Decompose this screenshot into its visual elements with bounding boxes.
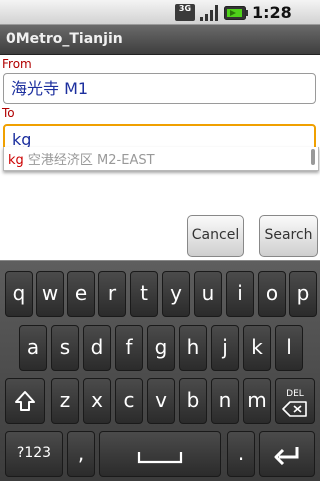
key-q[interactable]: q: [5, 271, 33, 317]
autocomplete-match: kg: [8, 153, 24, 168]
cancel-button[interactable]: Cancel: [187, 215, 244, 257]
key-t[interactable]: t: [130, 271, 158, 317]
key-o[interactable]: o: [258, 271, 286, 317]
key-period[interactable]: .: [227, 431, 255, 477]
symbols-key[interactable]: ?123: [5, 431, 63, 477]
key-p[interactable]: p: [289, 271, 317, 317]
key-v[interactable]: v: [147, 378, 175, 424]
key-comma[interactable]: ,: [67, 431, 95, 477]
enter-icon: [274, 447, 299, 465]
space-bar-icon: [137, 452, 183, 464]
key-d[interactable]: d: [83, 325, 111, 371]
key-k[interactable]: k: [243, 325, 271, 371]
key-j[interactable]: j: [211, 325, 239, 371]
key-g[interactable]: g: [147, 325, 175, 371]
key-s[interactable]: s: [51, 325, 79, 371]
key-u[interactable]: u: [194, 271, 222, 317]
enter-key[interactable]: [259, 431, 315, 477]
from-field[interactable]: 海光寺 M1: [3, 73, 316, 104]
battery-icon: [224, 6, 248, 20]
app-title: 0Metro_Tianjin: [6, 31, 123, 47]
shift-key[interactable]: [5, 378, 45, 424]
key-z[interactable]: z: [51, 378, 79, 424]
autocomplete-text: 空港经济区 M2-EAST: [23, 153, 155, 168]
soft-keyboard: q w e r t y u i o p a s d f g h j k l z …: [0, 260, 320, 481]
signal-icon: [200, 5, 218, 21]
key-l[interactable]: l: [275, 325, 303, 371]
delete-label: DEL: [286, 389, 304, 399]
network-3g-icon: 3G: [175, 4, 195, 21]
autocomplete-item[interactable]: kg 空港经济区 M2-EAST: [8, 149, 155, 168]
popup-scrollbar[interactable]: [311, 149, 315, 165]
network-label: 3G: [178, 4, 192, 13]
shift-icon: [15, 391, 35, 411]
key-r[interactable]: r: [98, 271, 126, 317]
search-button[interactable]: Search: [259, 215, 318, 257]
key-f[interactable]: f: [115, 325, 143, 371]
key-y[interactable]: y: [162, 271, 190, 317]
title-bar: 0Metro_Tianjin: [0, 25, 320, 55]
key-w[interactable]: w: [36, 271, 64, 317]
backspace-icon: [282, 401, 307, 417]
status-bar: 3G 1:28 PM: [0, 0, 320, 41]
key-m[interactable]: m: [243, 378, 271, 424]
key-n[interactable]: n: [211, 378, 239, 424]
key-e[interactable]: e: [67, 271, 95, 317]
from-label: From: [2, 57, 32, 71]
delete-key[interactable]: DEL: [275, 378, 315, 424]
key-a[interactable]: a: [19, 325, 47, 371]
key-i[interactable]: i: [226, 271, 254, 317]
space-key[interactable]: [99, 431, 221, 477]
key-x[interactable]: x: [83, 378, 111, 424]
to-label: To: [2, 106, 15, 120]
key-b[interactable]: b: [179, 378, 207, 424]
key-c[interactable]: c: [115, 378, 143, 424]
autocomplete-popup: kg 空港经济区 M2-EAST: [3, 147, 319, 171]
key-h[interactable]: h: [179, 325, 207, 371]
